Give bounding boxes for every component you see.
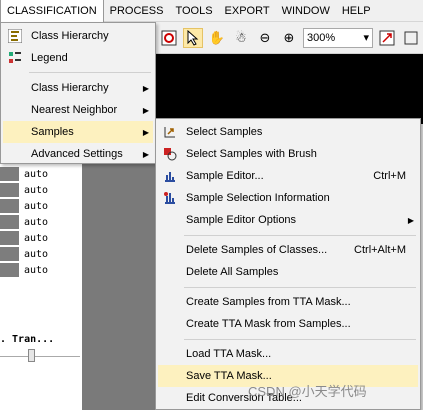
color-swatch bbox=[0, 215, 19, 229]
menu-separator bbox=[184, 235, 416, 236]
list-item[interactable]: auto bbox=[0, 230, 82, 246]
menu-export[interactable]: EXPORT bbox=[219, 0, 276, 22]
list-item-label: auto bbox=[24, 248, 49, 260]
hand-icon: ✋ bbox=[208, 29, 226, 45]
menu-item-editor-options[interactable]: Sample Editor Options ▶ bbox=[158, 209, 418, 231]
list-item-label: auto bbox=[24, 168, 49, 180]
footer-label: . Tran... bbox=[0, 334, 55, 345]
menu-window[interactable]: WINDOW bbox=[276, 0, 336, 22]
menu-item-load-tta[interactable]: Load TTA Mask... bbox=[158, 343, 418, 365]
watermark: CSDN @小天学代码 bbox=[248, 384, 367, 399]
hierarchy-icon bbox=[3, 25, 27, 47]
shortcut-text: Ctrl+M bbox=[373, 170, 406, 182]
toolbar: ✋ ☃ ⊖ ⊕ 300% ▾ bbox=[155, 22, 423, 54]
fit-window-button[interactable] bbox=[377, 28, 397, 48]
list-item-label: auto bbox=[24, 232, 49, 244]
submenu-arrow-icon: ▶ bbox=[407, 215, 415, 225]
menu-separator bbox=[29, 72, 151, 73]
menu-item-delete-all[interactable]: Delete All Samples bbox=[158, 261, 418, 283]
info-chart-icon bbox=[158, 187, 182, 209]
menu-item-sample-editor[interactable]: Sample Editor... Ctrl+M bbox=[158, 165, 418, 187]
menu-item-legend[interactable]: Legend bbox=[3, 47, 153, 69]
list-item[interactable]: auto bbox=[0, 262, 82, 278]
list-item[interactable]: auto bbox=[0, 246, 82, 262]
menu-item-select-samples[interactable]: Select Samples bbox=[158, 121, 418, 143]
menu-item-samples[interactable]: Samples ▶ bbox=[3, 121, 153, 143]
zoom-out-icon: ⊖ bbox=[259, 29, 271, 45]
sample-editor-icon bbox=[158, 165, 182, 187]
zoom-in-icon: ⊕ bbox=[283, 29, 295, 45]
pan-tool-button[interactable]: ✋ bbox=[207, 28, 227, 48]
menu-help[interactable]: HELP bbox=[336, 0, 377, 22]
grid-icon bbox=[404, 31, 418, 44]
slider-track[interactable] bbox=[0, 356, 80, 357]
list-item-label: auto bbox=[24, 184, 49, 196]
list-item[interactable]: auto bbox=[0, 166, 82, 182]
list-item-label: auto bbox=[24, 200, 49, 212]
color-swatch bbox=[0, 167, 19, 181]
list-item[interactable]: auto bbox=[0, 198, 82, 214]
list-item-label: auto bbox=[24, 216, 49, 228]
brush-icon bbox=[158, 143, 182, 165]
submenu-arrow-icon: ▶ bbox=[142, 105, 150, 115]
fit-icon bbox=[379, 30, 395, 45]
list-item-label: auto bbox=[24, 264, 49, 276]
menu-item-create-tta-from-samples[interactable]: Create TTA Mask from Samples... bbox=[158, 313, 418, 335]
menu-item-advanced-settings[interactable]: Advanced Settings ▶ bbox=[3, 143, 153, 165]
menu-item-selection-info[interactable]: Sample Selection Information bbox=[158, 187, 418, 209]
menu-item-delete-of-classes[interactable]: Delete Samples of Classes... Ctrl+Alt+M bbox=[158, 239, 418, 261]
legend-icon bbox=[3, 47, 27, 69]
color-swatch bbox=[0, 231, 19, 245]
shortcut-text: Ctrl+Alt+M bbox=[354, 244, 406, 256]
sample-select-toolbar-button[interactable] bbox=[159, 28, 179, 48]
list-item[interactable]: auto bbox=[0, 214, 82, 230]
zoom-value: 300% bbox=[307, 31, 336, 44]
gray-panel bbox=[82, 124, 155, 410]
pointer-tool-button[interactable] bbox=[183, 27, 203, 48]
slider-thumb[interactable] bbox=[28, 349, 35, 362]
submenu-arrow-icon: ▶ bbox=[142, 127, 150, 137]
user-icon: ☃ bbox=[235, 29, 247, 45]
pointer-icon bbox=[187, 29, 199, 46]
chevron-down-icon: ▾ bbox=[363, 32, 369, 44]
color-swatch bbox=[0, 247, 19, 261]
menu-item-create-from-tta[interactable]: Create Samples from TTA Mask... bbox=[158, 291, 418, 313]
menu-separator bbox=[184, 287, 416, 288]
color-swatch bbox=[0, 263, 19, 277]
menu-separator bbox=[184, 339, 416, 340]
select-samples-icon bbox=[158, 121, 182, 143]
list-item[interactable]: auto bbox=[0, 182, 82, 198]
samples-submenu: Select Samples Select Samples with Brush… bbox=[155, 118, 421, 410]
menu-item-class-hierarchy[interactable]: Class Hierarchy bbox=[3, 25, 153, 47]
color-swatch bbox=[0, 183, 19, 197]
menu-tools[interactable]: TOOLS bbox=[169, 0, 218, 22]
color-swatch bbox=[0, 199, 19, 213]
submenu-arrow-icon: ▶ bbox=[142, 83, 150, 93]
menu-item-select-with-brush[interactable]: Select Samples with Brush bbox=[158, 143, 418, 165]
menu-classification[interactable]: CLASSIFICATION bbox=[0, 0, 104, 22]
classification-menu: Class Hierarchy Legend Class Hierarchy ▶… bbox=[0, 22, 156, 164]
menu-item-nearest-neighbor[interactable]: Nearest Neighbor ▶ bbox=[3, 99, 153, 121]
zoom-in-button[interactable]: ⊕ bbox=[279, 28, 299, 48]
user-tool-button[interactable]: ☃ bbox=[231, 28, 251, 48]
submenu-arrow-icon: ▶ bbox=[142, 149, 150, 159]
target-icon bbox=[161, 30, 177, 45]
zoom-out-button[interactable]: ⊖ bbox=[255, 28, 275, 48]
menu-item-class-hierarchy-sub[interactable]: Class Hierarchy ▶ bbox=[3, 77, 153, 99]
menu-process[interactable]: PROCESS bbox=[104, 0, 170, 22]
extra-tool-button[interactable] bbox=[401, 28, 421, 48]
zoom-select[interactable]: 300% ▾ bbox=[303, 27, 373, 48]
menu-bar: CLASSIFICATION PROCESS TOOLS EXPORT WIND… bbox=[0, 0, 423, 22]
